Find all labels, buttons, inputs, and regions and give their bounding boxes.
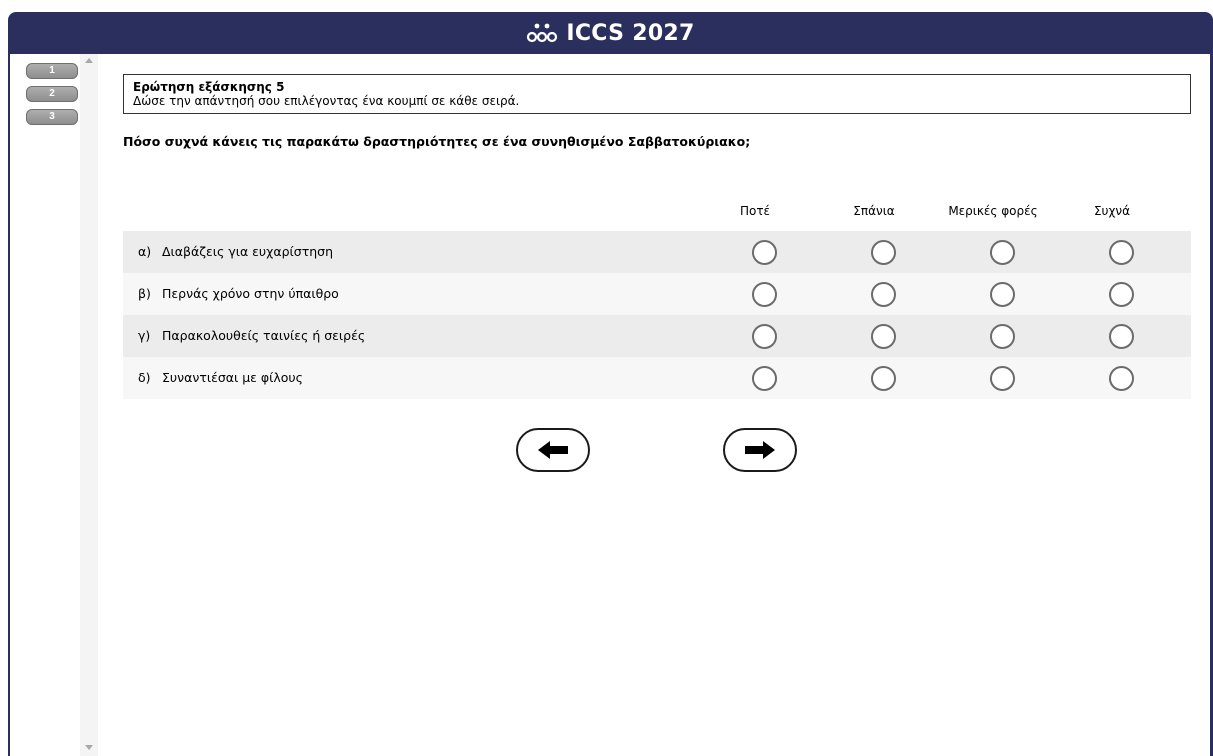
table-row: β) Περνάς χρόνο στην ύπαιθρο xyxy=(123,273,1191,315)
radio-never[interactable] xyxy=(752,240,777,265)
back-button[interactable] xyxy=(516,428,590,472)
radio-often[interactable] xyxy=(1109,324,1134,349)
column-header-rarely: Σπάνια xyxy=(853,204,895,218)
row-label: Περνάς χρόνο στην ύπαιθρο xyxy=(162,286,339,301)
radio-often[interactable] xyxy=(1109,282,1134,307)
question-text: Πόσο συχνά κάνεις τις παρακάτω δραστηριό… xyxy=(123,134,751,149)
column-header-often: Συχνά xyxy=(1093,204,1131,218)
radio-rarely[interactable] xyxy=(871,282,896,307)
radio-sometimes[interactable] xyxy=(990,282,1015,307)
radio-rarely[interactable] xyxy=(871,366,896,391)
radio-rarely[interactable] xyxy=(871,324,896,349)
scroll-down-icon[interactable] xyxy=(85,745,93,750)
table-row: α) Διαβάζεις για ευχαρίστηση xyxy=(123,231,1191,273)
sidebar-item-3[interactable]: 3 xyxy=(26,109,78,125)
radio-never[interactable] xyxy=(752,366,777,391)
radio-never[interactable] xyxy=(752,282,777,307)
next-button[interactable] xyxy=(723,428,797,472)
column-header-never: Ποτέ xyxy=(739,204,771,218)
instruction-title: Ερώτηση εξάσκησης 5 xyxy=(133,80,285,94)
radio-often[interactable] xyxy=(1109,366,1134,391)
sidebar-scrollbar[interactable] xyxy=(80,54,98,756)
instruction-text: Δώσε την απάντησή σου επιλέγοντας ένα κο… xyxy=(133,94,520,108)
people-group-icon xyxy=(527,23,558,43)
row-letter: α) xyxy=(138,244,152,259)
radio-rarely[interactable] xyxy=(871,240,896,265)
main-content: 1 2 3 Ερώτηση εξάσκησης 5 Δώσε την απάντ… xyxy=(10,54,1210,756)
app-title: ICCS 2027 xyxy=(566,20,695,46)
table-row: γ) Παρακολουθείς ταινίες ή σειρές xyxy=(123,315,1191,357)
column-header-sometimes: Μερικές φορές xyxy=(948,204,1038,218)
row-label: Διαβάζεις για ευχαρίστηση xyxy=(162,244,334,259)
row-letter: β) xyxy=(138,286,151,301)
row-letter: δ) xyxy=(138,370,151,385)
radio-sometimes[interactable] xyxy=(990,240,1015,265)
radio-often[interactable] xyxy=(1109,240,1134,265)
radio-sometimes[interactable] xyxy=(990,324,1015,349)
radio-never[interactable] xyxy=(752,324,777,349)
question-sidebar: 1 2 3 xyxy=(10,54,98,756)
arrow-left-icon xyxy=(538,441,568,459)
app-header: ICCS 2027 xyxy=(8,12,1213,54)
radio-sometimes[interactable] xyxy=(990,366,1015,391)
row-label: Συναντιέσαι με φίλους xyxy=(162,370,303,385)
sidebar-item-1[interactable]: 1 xyxy=(26,63,78,79)
app-frame: ICCS 2027 1 2 3 Ερώτηση εξάσκησης 5 Δώσε… xyxy=(8,12,1213,756)
instruction-box: Ερώτηση εξάσκησης 5 Δώσε την απάντησή σο… xyxy=(123,74,1191,114)
row-letter: γ) xyxy=(138,328,151,343)
sidebar-item-2[interactable]: 2 xyxy=(26,86,78,102)
scroll-up-icon[interactable] xyxy=(85,58,93,63)
arrow-right-icon xyxy=(745,441,775,459)
row-label: Παρακολουθείς ταινίες ή σειρές xyxy=(162,328,366,343)
table-row: δ) Συναντιέσαι με φίλους xyxy=(123,357,1191,399)
